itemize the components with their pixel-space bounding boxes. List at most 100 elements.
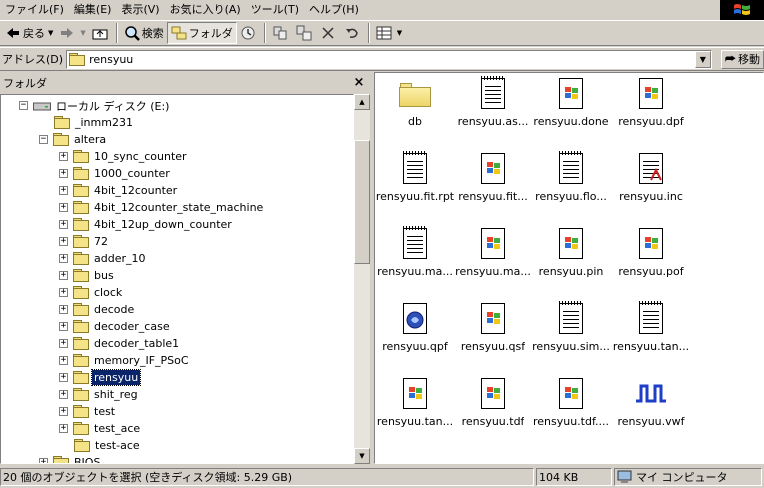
folder-icon bbox=[73, 286, 89, 299]
tree-item[interactable]: +4bit_12up_down_counter bbox=[59, 216, 234, 233]
address-dropdown-button[interactable]: ▼ bbox=[694, 50, 711, 68]
expand-icon[interactable]: + bbox=[59, 356, 68, 365]
expand-icon[interactable]: + bbox=[59, 271, 68, 280]
tree-item[interactable]: + rensyuu bbox=[59, 369, 142, 386]
menu-help[interactable]: ヘルプ(H) bbox=[304, 1, 364, 18]
tree-item-drive-e[interactable]: − ローカル ディスク (E:) bbox=[19, 97, 171, 114]
file-item[interactable]: rensyuu.tan... bbox=[611, 301, 691, 353]
tree-item[interactable]: + test_ace bbox=[59, 420, 142, 437]
expand-icon[interactable]: + bbox=[59, 424, 68, 433]
file-name: rensyuu.tan... bbox=[612, 340, 690, 353]
up-folder-button[interactable] bbox=[89, 22, 113, 44]
file-item[interactable]: rensyuu.vwf bbox=[611, 377, 691, 428]
views-button[interactable]: ▼ bbox=[373, 22, 405, 44]
file-name: rensyuu.tdf bbox=[461, 415, 525, 428]
tree-item[interactable]: + shit_reg bbox=[59, 386, 140, 403]
menu-edit[interactable]: 編集(E) bbox=[69, 1, 117, 18]
menu-view[interactable]: 表示(V) bbox=[116, 1, 164, 18]
file-item[interactable]: rensyuu.done bbox=[531, 77, 611, 128]
file-item[interactable]: rensyuu.ma... bbox=[453, 227, 533, 278]
file-item[interactable]: rensyuu.dpf bbox=[611, 77, 691, 128]
expand-icon[interactable]: + bbox=[59, 339, 68, 348]
back-button[interactable]: 戻る ▼ bbox=[2, 22, 56, 44]
expand-icon[interactable]: + bbox=[59, 169, 68, 178]
expand-icon[interactable]: + bbox=[59, 203, 68, 212]
file-item[interactable]: rensyuu.tdf bbox=[453, 377, 533, 428]
file-item[interactable]: rensyuu.qsf bbox=[453, 302, 533, 353]
expand-icon[interactable]: + bbox=[59, 237, 68, 246]
tree-item[interactable]: + adder_10 bbox=[59, 250, 148, 267]
expand-icon[interactable]: + bbox=[59, 152, 68, 161]
file-item[interactable]: rensyuu.pin bbox=[531, 227, 611, 278]
address-input[interactable]: rensyuu ▼ bbox=[66, 49, 712, 69]
tree-item[interactable]: + clock bbox=[59, 284, 124, 301]
menu-file[interactable]: ファイル(F) bbox=[0, 1, 69, 18]
expand-icon[interactable]: + bbox=[59, 322, 68, 331]
tree-item[interactable]: + decoder_case bbox=[59, 318, 172, 335]
folders-button[interactable]: フォルダ bbox=[166, 22, 237, 44]
chevron-down-icon[interactable]: ▼ bbox=[397, 29, 402, 37]
close-icon[interactable]: × bbox=[351, 75, 367, 90]
tree-item[interactable]: +72 bbox=[59, 233, 110, 250]
go-button[interactable]: ⮫ 移動 bbox=[720, 49, 764, 69]
expand-icon[interactable]: + bbox=[59, 220, 68, 229]
chevron-down-icon[interactable]: ▼ bbox=[48, 29, 53, 37]
delete-button[interactable] bbox=[317, 22, 341, 44]
file-item[interactable]: rensyuu.flo... bbox=[531, 151, 611, 203]
tree-item[interactable]: + BIOS bbox=[39, 454, 102, 463]
menu-tools[interactable]: ツール(T) bbox=[246, 1, 304, 18]
file-item[interactable]: rensyuu.tan... bbox=[375, 377, 455, 428]
expand-icon[interactable]: + bbox=[59, 186, 68, 195]
tree-item[interactable]: + memory_IF_PSoC bbox=[59, 352, 191, 369]
folder-tree-scrollbar[interactable]: ▲ ▼ bbox=[354, 94, 370, 464]
copy-to-button[interactable] bbox=[293, 22, 317, 44]
folder-icon bbox=[73, 218, 89, 231]
file-item[interactable]: rensyuu.tdf.... bbox=[531, 377, 611, 428]
toolbar-separator bbox=[367, 23, 370, 43]
file-list-pane[interactable]: db rensyuu.as... rensyuu.done rensyuu.dpf re… bbox=[374, 72, 764, 464]
forward-button[interactable]: ▼ bbox=[56, 22, 88, 44]
chevron-down-icon[interactable]: ▼ bbox=[80, 29, 85, 37]
tree-item[interactable]: + decode bbox=[59, 301, 136, 318]
tree-item[interactable]: +1000_counter bbox=[59, 165, 172, 182]
expand-icon[interactable]: + bbox=[59, 305, 68, 314]
file-item[interactable]: rensyuu.as... bbox=[453, 76, 533, 128]
expand-icon[interactable]: + bbox=[39, 458, 48, 463]
file-item[interactable]: rensyuu.fit.rpt bbox=[375, 151, 455, 203]
expand-icon[interactable]: + bbox=[59, 390, 68, 399]
file-item[interactable]: rensyuu.inc bbox=[611, 152, 691, 203]
file-item[interactable]: rensyuu.pof bbox=[611, 227, 691, 278]
file-item[interactable]: rensyuu.fit... bbox=[453, 152, 533, 203]
tree-item[interactable]: +4bit_12counter_state_machine bbox=[59, 199, 265, 216]
expand-icon[interactable]: + bbox=[59, 407, 68, 416]
file-name: rensyuu.tan... bbox=[376, 415, 454, 428]
tree-item[interactable]: + bus bbox=[59, 267, 116, 284]
search-button[interactable]: 検索 bbox=[121, 22, 167, 44]
tree-item[interactable]: test-ace bbox=[59, 437, 142, 454]
tree-item[interactable]: +4bit_12counter bbox=[59, 182, 179, 199]
text-document-icon bbox=[399, 151, 431, 186]
scrollbar-thumb[interactable] bbox=[354, 140, 370, 264]
file-item[interactable]: db bbox=[375, 77, 455, 128]
expand-icon[interactable]: + bbox=[59, 254, 68, 263]
expand-icon[interactable]: + bbox=[59, 373, 68, 382]
tree-item[interactable]: +10_sync_counter bbox=[59, 148, 189, 165]
undo-button[interactable] bbox=[341, 22, 365, 44]
folder-tree[interactable]: − ローカル ディスク (E:) _inmm231 − altera +10_sync… bbox=[0, 94, 354, 464]
history-button[interactable] bbox=[237, 22, 261, 44]
tree-item[interactable]: − altera bbox=[39, 131, 108, 148]
collapse-icon[interactable]: − bbox=[19, 101, 28, 110]
move-to-button[interactable] bbox=[269, 22, 293, 44]
collapse-icon[interactable]: − bbox=[39, 135, 48, 144]
file-item[interactable]: rensyuu.qpf bbox=[375, 302, 455, 353]
tree-item[interactable]: + test bbox=[59, 403, 117, 420]
menu-favorites[interactable]: お気に入り(A) bbox=[165, 1, 246, 18]
tree-item[interactable]: + decoder_table1 bbox=[59, 335, 181, 352]
scroll-down-arrow-icon[interactable]: ▼ bbox=[354, 448, 370, 464]
expand-icon[interactable]: + bbox=[59, 288, 68, 297]
scroll-up-arrow-icon[interactable]: ▲ bbox=[354, 94, 370, 110]
tree-item[interactable]: _inmm231 bbox=[39, 114, 135, 131]
tree-item-label: _inmm231 bbox=[75, 116, 133, 129]
file-item[interactable]: rensyuu.sim... bbox=[531, 301, 611, 353]
file-item[interactable]: rensyuu.ma... bbox=[375, 226, 455, 278]
